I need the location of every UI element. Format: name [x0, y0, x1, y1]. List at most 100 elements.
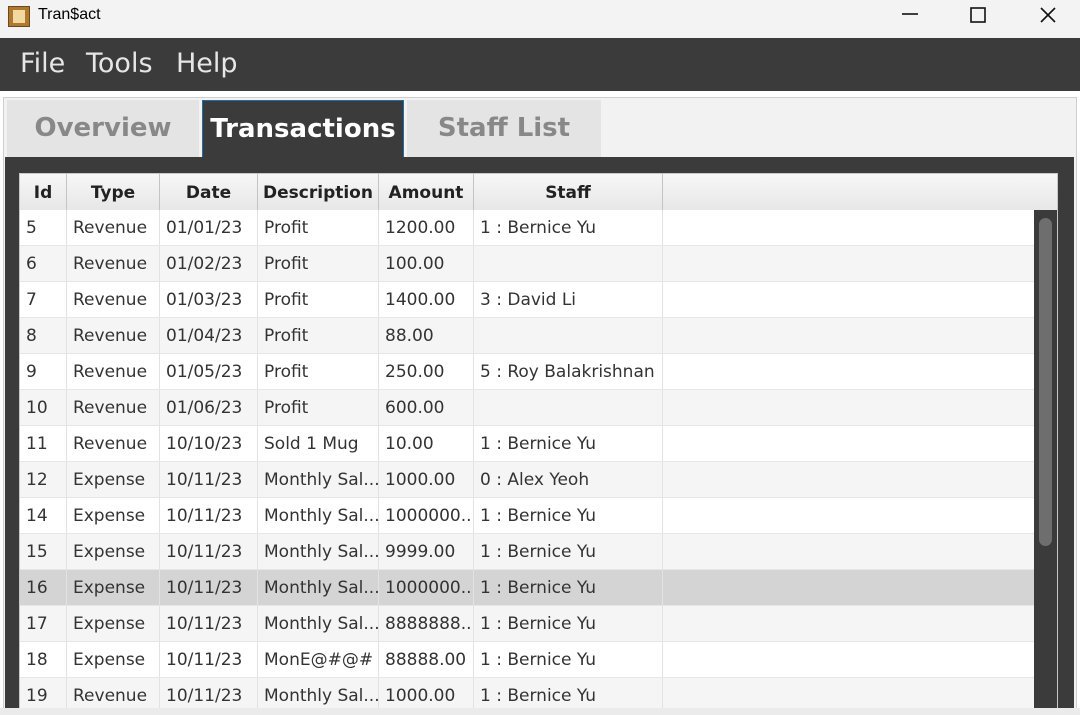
cell-date: 10/11/23	[160, 606, 258, 641]
cell-type: Revenue	[67, 210, 160, 245]
column-header-amount[interactable]: Amount	[379, 174, 474, 210]
cell-description: Profit	[258, 354, 379, 389]
cell-staff: 1 : Bernice Yu	[474, 570, 663, 605]
cell-amount: 88.00	[379, 318, 474, 353]
cell-type: Expense	[67, 606, 160, 641]
cell-amount: 1000000...	[379, 570, 474, 605]
cell-amount: 10.00	[379, 426, 474, 461]
cell-staff: 1 : Bernice Yu	[474, 642, 663, 677]
minimize-icon	[902, 13, 918, 15]
table-row[interactable]: 9 Revenue 01/05/23 Profit 250.00 5 : Roy Bala…	[20, 354, 1035, 390]
contact-book-icon	[8, 6, 30, 27]
cell-description: Monthly Sal...	[258, 462, 379, 497]
cell-staff: 3 : David Li	[474, 282, 663, 317]
window-title: Tran$act	[38, 6, 101, 23]
table-row[interactable]: 8 Revenue 01/04/23 Profit 88.00	[20, 318, 1035, 354]
cell-type: Expense	[67, 642, 160, 677]
cell-staff: 1 : Bernice Yu	[474, 426, 663, 461]
cell-staff: 1 : Bernice Yu	[474, 606, 663, 641]
cell-description: Monthly Sal...	[258, 534, 379, 569]
table-header: Id Type Date Description Amount Staff	[20, 174, 1057, 211]
cell-description: Sold 1 Mug	[258, 426, 379, 461]
cell-date: 01/02/23	[160, 246, 258, 281]
table-row[interactable]: 6 Revenue 01/02/23 Profit 100.00	[20, 246, 1035, 282]
table-row[interactable]: 7 Revenue 01/03/23 Profit 1400.00 3 : David L…	[20, 282, 1035, 318]
cell-type: Revenue	[67, 282, 160, 317]
cell-description: Profit	[258, 210, 379, 245]
cell-id: 16	[20, 570, 67, 605]
cell-amount: 1200.00	[379, 210, 474, 245]
cell-staff: 5 : Roy Balakrishnan	[474, 354, 663, 389]
cell-date: 01/04/23	[160, 318, 258, 353]
tab-transactions[interactable]: Transactions	[202, 100, 404, 157]
cell-id: 8	[20, 318, 67, 353]
minimize-button[interactable]	[876, 0, 944, 33]
cell-description: MonE@#@#	[258, 642, 379, 677]
menu-bar: File Tools Help	[0, 38, 1080, 91]
cell-date: 10/10/23	[160, 426, 258, 461]
table-row[interactable]: 15 Expense 10/11/23 Monthly Sal... 9999.00 1 …	[20, 534, 1035, 570]
cell-description: Profit	[258, 390, 379, 425]
cell-description: Profit	[258, 318, 379, 353]
cell-amount: 88888.00	[379, 642, 474, 677]
cell-description: Profit	[258, 246, 379, 281]
tab-overview[interactable]: Overview	[7, 100, 199, 157]
cell-amount: 9999.00	[379, 534, 474, 569]
cell-staff: 1 : Bernice Yu	[474, 498, 663, 533]
column-header-id[interactable]: Id	[20, 174, 67, 210]
column-header-staff[interactable]: Staff	[474, 174, 663, 210]
title-bar: Tran$act	[0, 0, 1080, 38]
table-row[interactable]: 11 Revenue 10/10/23 Sold 1 Mug 10.00 1 : Bern…	[20, 426, 1035, 462]
cell-type: Revenue	[67, 246, 160, 281]
cell-date: 01/03/23	[160, 282, 258, 317]
menu-tools[interactable]: Tools	[86, 48, 153, 79]
table-row[interactable]: 5 Revenue 01/01/23 Profit 1200.00 1 : Bernice…	[20, 210, 1035, 246]
cell-amount: 1000.00	[379, 462, 474, 497]
cell-id: 15	[20, 534, 67, 569]
cell-id: 7	[20, 282, 67, 317]
cell-type: Expense	[67, 462, 160, 497]
table-row[interactable]: 17 Expense 10/11/23 Monthly Sal... 8888888..…	[20, 606, 1035, 642]
maximize-button[interactable]	[944, 0, 1012, 33]
scrollbar-thumb[interactable]	[1039, 218, 1052, 546]
table-row[interactable]: 10 Revenue 01/06/23 Profit 600.00	[20, 390, 1035, 426]
cell-description: Monthly Sal...	[258, 498, 379, 533]
cell-id: 5	[20, 210, 67, 245]
maximize-icon	[970, 7, 986, 23]
cell-id: 18	[20, 642, 67, 677]
cell-type: Revenue	[67, 426, 160, 461]
column-header-date[interactable]: Date	[160, 174, 258, 210]
close-button[interactable]	[1014, 0, 1080, 33]
column-header-description[interactable]: Description	[258, 174, 379, 210]
table-row[interactable]: 18 Expense 10/11/23 MonE@#@# 88888.00 1 : Ber…	[20, 642, 1035, 678]
table-row[interactable]: 16 Expense 10/11/23 Monthly Sal... 1000000..…	[20, 570, 1035, 606]
column-header-type[interactable]: Type	[67, 174, 160, 210]
cell-date: 10/11/23	[160, 642, 258, 677]
cell-amount: 600.00	[379, 390, 474, 425]
cell-amount: 1000000...	[379, 498, 474, 533]
cell-date: 10/11/23	[160, 498, 258, 533]
cell-id: 10	[20, 390, 67, 425]
cell-amount: 100.00	[379, 246, 474, 281]
table-row[interactable]: 14 Expense 10/11/23 Monthly Sal... 1000000..…	[20, 498, 1035, 534]
cell-staff: 1 : Bernice Yu	[474, 534, 663, 569]
cell-staff	[474, 390, 663, 425]
cell-date: 10/11/23	[160, 534, 258, 569]
cell-id: 11	[20, 426, 67, 461]
transactions-table[interactable]: Id Type Date Description Amount Staff 5R…	[19, 173, 1058, 715]
cell-staff	[474, 246, 663, 281]
tab-staff-list[interactable]: Staff List	[407, 100, 601, 157]
cell-staff: 1 : Bernice Yu	[474, 210, 663, 245]
cell-id: 17	[20, 606, 67, 641]
cell-date: 01/01/23	[160, 210, 258, 245]
cell-type: Revenue	[67, 390, 160, 425]
close-icon	[1040, 7, 1056, 23]
cell-date: 10/11/23	[160, 462, 258, 497]
cell-date: 01/05/23	[160, 354, 258, 389]
menu-file[interactable]: File	[20, 48, 65, 79]
cell-type: Expense	[67, 570, 160, 605]
table-row[interactable]: 12 Expense 10/11/23 Monthly Sal... 1000.00 0 …	[20, 462, 1035, 498]
cell-date: 01/06/23	[160, 390, 258, 425]
vertical-scrollbar[interactable]	[1034, 210, 1057, 714]
menu-help[interactable]: Help	[176, 48, 238, 79]
